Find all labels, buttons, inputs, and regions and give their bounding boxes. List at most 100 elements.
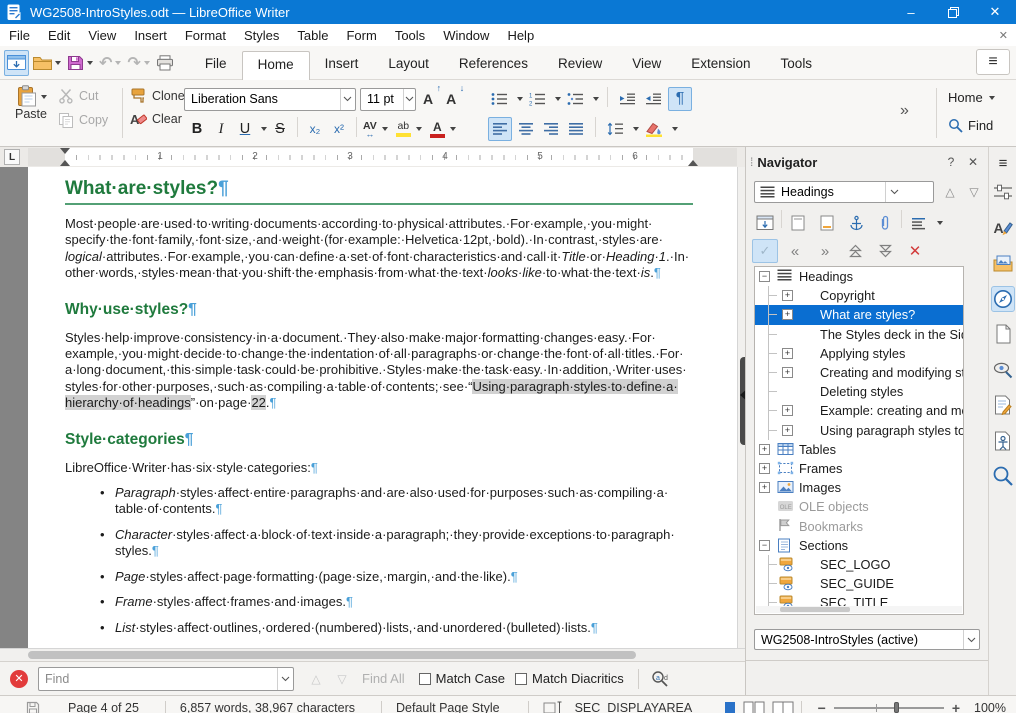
tree-horizontal-scrollbar[interactable]: [756, 606, 962, 613]
zoom-level[interactable]: 100%: [974, 701, 1006, 713]
horizontal-scrollbar-thumb[interactable]: [28, 651, 636, 659]
left-indent-marker[interactable]: [60, 160, 70, 166]
open-button[interactable]: [31, 50, 63, 76]
menu-insert[interactable]: Insert: [125, 26, 176, 45]
tree-item-the-styles-deck-in-the-sideb[interactable]: The Styles deck in the Sideb: [755, 325, 963, 344]
zoom-slider-thumb[interactable]: [894, 702, 899, 713]
tab-review[interactable]: Review: [543, 51, 617, 79]
cut-button[interactable]: Cut: [58, 88, 108, 104]
sidebar-deck-manage-changes[interactable]: [991, 392, 1015, 418]
tree-expander-icon[interactable]: −: [759, 271, 770, 282]
active-document-input[interactable]: [755, 633, 963, 647]
doc-list-item[interactable]: •Frame·​styles·​affect·​frames·​and·​ima…: [65, 594, 693, 610]
menu-styles[interactable]: Styles: [235, 26, 288, 45]
tree-item-copyright[interactable]: +Copyright: [755, 286, 963, 305]
tree-item-creating-and-modifying-styl[interactable]: +Creating and modifying styl: [755, 363, 963, 382]
tree-expander-icon[interactable]: +: [782, 405, 793, 416]
menu-help[interactable]: Help: [498, 26, 543, 45]
print-button[interactable]: [154, 50, 176, 76]
home-style-menu[interactable]: Home: [948, 90, 995, 105]
clone-formatting-button[interactable]: Clone: [130, 88, 185, 104]
book-view-button[interactable]: [772, 701, 794, 713]
underline-dropdown[interactable]: [261, 127, 267, 131]
reminder-button[interactable]: [872, 211, 898, 235]
active-document-combobox[interactable]: [754, 629, 980, 650]
tree-expander-icon[interactable]: +: [759, 482, 770, 493]
header-button[interactable]: [785, 211, 811, 235]
doc-list-item[interactable]: •List·​styles·​affect·​outlines,·​ordere…: [65, 620, 693, 636]
toolbar-overflow-button[interactable]: »: [900, 102, 909, 120]
sidebar-deck-styles[interactable]: A: [991, 215, 1015, 241]
tree-expander-icon[interactable]: +: [782, 367, 793, 378]
tree-item-applying-styles[interactable]: +Applying styles: [755, 344, 963, 363]
tab-file[interactable]: File: [190, 51, 242, 79]
tree-item-sections[interactable]: −Sections: [755, 536, 963, 555]
bold-button[interactable]: B: [186, 117, 208, 141]
underline-button[interactable]: U: [234, 117, 256, 141]
match-case-checkbox[interactable]: Match Case: [419, 671, 505, 686]
chevron-down-icon[interactable]: [963, 630, 979, 649]
tree-expander-icon[interactable]: +: [782, 290, 793, 301]
find-next-button[interactable]: ▽: [332, 668, 352, 690]
menu-form[interactable]: Form: [337, 26, 385, 45]
font-size-input[interactable]: [361, 92, 403, 106]
character-spacing-button[interactable]: AV↔: [363, 121, 377, 137]
zoom-out-button[interactable]: −: [818, 700, 826, 713]
chevron-down-icon[interactable]: [885, 182, 902, 202]
superscript-button[interactable]: x²: [328, 117, 350, 141]
line-spacing-button[interactable]: [604, 117, 627, 141]
tab-view[interactable]: View: [617, 51, 676, 79]
bullet-list-button[interactable]: [488, 87, 511, 111]
tab-tools[interactable]: Tools: [766, 51, 828, 79]
tree-expander-icon[interactable]: −: [759, 540, 770, 551]
tab-references[interactable]: References: [444, 51, 543, 79]
menu-tools[interactable]: Tools: [386, 26, 434, 45]
doc-paragraph[interactable]: LibreOffice·​Writer·​has·​six·​style·​ca…: [65, 460, 693, 476]
chevron-down-icon[interactable]: [403, 89, 415, 110]
tree-item-deleting-styles[interactable]: Deleting styles: [755, 382, 963, 401]
word-count-status[interactable]: 6,857 words, 38,967 characters: [180, 701, 355, 713]
doc-heading-2[interactable]: Style·​categories¶: [65, 431, 693, 449]
subscript-button[interactable]: x₂: [304, 117, 326, 141]
doc-paragraph[interactable]: Most·​people·​are·​used·​to·​writing·​do…: [65, 216, 693, 282]
menu-file[interactable]: File: [0, 26, 39, 45]
promote-level-button[interactable]: «: [782, 239, 808, 263]
tree-item-using-paragraph-styles-to-d[interactable]: +Using paragraph styles to d: [755, 421, 963, 440]
multi-page-view-button[interactable]: [743, 701, 765, 713]
sidebar-deck-properties[interactable]: [991, 179, 1015, 205]
bullet-list-dropdown[interactable]: [517, 97, 523, 101]
move-heading-down-button[interactable]: [872, 239, 898, 263]
tree-item-example-creating-and-mod[interactable]: +Example: creating and mod: [755, 401, 963, 420]
checkbox-icon[interactable]: [515, 673, 527, 685]
tab-extension[interactable]: Extension: [676, 51, 765, 79]
page-number-status[interactable]: Page 4 of 25: [68, 701, 139, 713]
font-color-button[interactable]: A: [430, 121, 445, 138]
copy-button[interactable]: Copy: [58, 112, 108, 128]
redo-button[interactable]: ↷: [125, 50, 151, 76]
document-close-icon[interactable]: ✕: [999, 29, 1008, 42]
sidebar-deck-page[interactable]: [991, 321, 1015, 347]
page-style-status[interactable]: Default Page Style: [396, 701, 500, 713]
checkbox-icon[interactable]: [419, 673, 431, 685]
tree-expander-icon[interactable]: +: [782, 309, 793, 320]
highlight-color-button[interactable]: ab: [396, 121, 411, 137]
doc-list-item[interactable]: •Page·​styles·​affect·​page·​formatting·…: [65, 569, 693, 585]
tree-item-images[interactable]: +Images: [755, 478, 963, 497]
strikethrough-button[interactable]: S: [269, 117, 291, 141]
doc-heading-2[interactable]: Why·​use·​styles?¶: [65, 301, 693, 319]
find-combobox[interactable]: [38, 667, 294, 691]
horizontal-ruler[interactable]: L 123456: [0, 147, 751, 167]
undo-button[interactable]: ↶: [97, 50, 123, 76]
panel-grip[interactable]: ⁞: [750, 155, 751, 169]
move-heading-up-button[interactable]: [842, 239, 868, 263]
menubar-toggle-button[interactable]: ≡: [976, 49, 1010, 75]
document-page[interactable]: What·​are·​styles?¶Most·​people·​are·​us…: [28, 167, 737, 648]
tab-layout[interactable]: Layout: [373, 51, 444, 79]
highlight-dropdown[interactable]: [416, 127, 422, 131]
navigate-next-button[interactable]: ▽: [964, 181, 984, 203]
tree-item-ole-objects[interactable]: OLEOLE objects: [755, 497, 963, 516]
tree-item-headings[interactable]: −Headings: [755, 267, 963, 286]
selection-mode-icon[interactable]: [543, 701, 563, 713]
navigate-previous-button[interactable]: △: [940, 181, 960, 203]
numbered-list-dropdown[interactable]: [555, 97, 561, 101]
